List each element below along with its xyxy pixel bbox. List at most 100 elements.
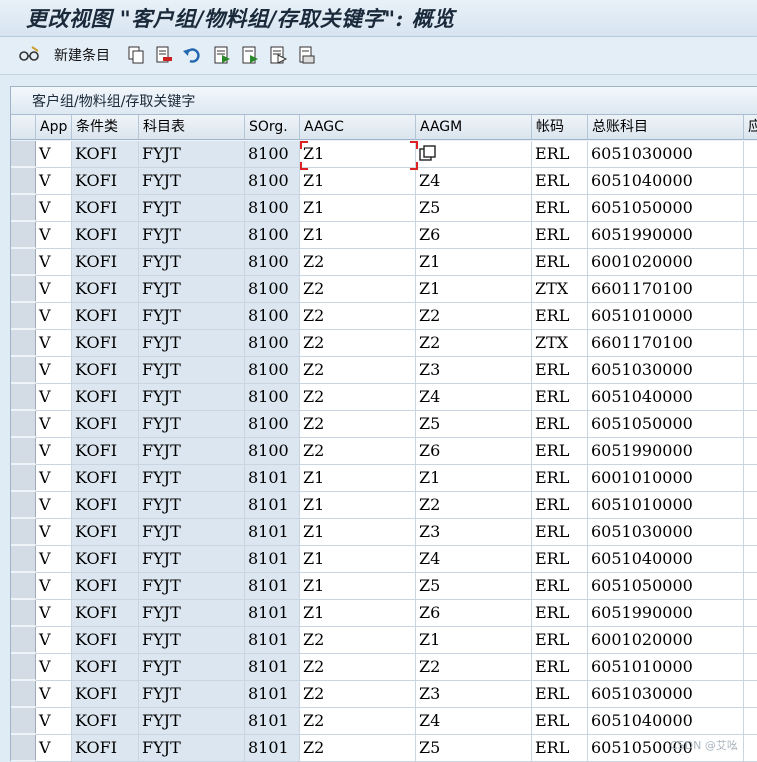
row-selector[interactable] (11, 708, 36, 734)
table-cell[interactable] (744, 573, 757, 600)
table-cell[interactable]: Z1 (416, 465, 532, 492)
table-cell[interactable]: Z1 (416, 627, 532, 654)
row-selector[interactable] (11, 681, 36, 707)
row-selector[interactable] (11, 411, 36, 437)
table-cell[interactable]: Z3 (416, 519, 532, 546)
table-cell[interactable]: Z1 (300, 519, 416, 546)
col-header-gl-account[interactable]: 总账科目 (588, 115, 744, 140)
table-cell[interactable]: Z1 (300, 222, 416, 249)
table-cell[interactable]: Z6 (416, 600, 532, 627)
table-cell[interactable]: 6051030000 (588, 519, 744, 546)
table-cell[interactable]: Z2 (300, 276, 416, 303)
select-block-button[interactable] (240, 43, 260, 67)
row-selector[interactable] (11, 600, 36, 626)
row-selector[interactable] (11, 330, 36, 356)
table-cell[interactable]: Z4 (416, 168, 532, 195)
col-header-aagm[interactable]: AAGM (416, 115, 532, 140)
table-cell[interactable]: 6051040000 (588, 384, 744, 411)
table-cell[interactable] (744, 168, 757, 195)
table-cell[interactable] (744, 681, 757, 708)
table-cell[interactable] (744, 141, 757, 168)
table-cell[interactable] (744, 195, 757, 222)
table-cell[interactable]: 6001020000 (588, 627, 744, 654)
table-cell[interactable]: Z2 (300, 357, 416, 384)
table-cell[interactable]: Z2 (416, 303, 532, 330)
undo-button[interactable] (182, 43, 202, 67)
table-cell[interactable]: ERL (532, 357, 588, 384)
table-cell[interactable]: 6051030000 (588, 357, 744, 384)
table-cell[interactable] (744, 708, 757, 735)
table-cell[interactable]: 6051990000 (588, 438, 744, 465)
table-cell[interactable]: ERL (532, 303, 588, 330)
table-cell[interactable]: ERL (532, 195, 588, 222)
table-cell[interactable]: Z1 (300, 573, 416, 600)
table-cell[interactable]: 6601170100 (588, 276, 744, 303)
select-all-button[interactable] (212, 43, 232, 67)
table-cell[interactable]: ERL (532, 708, 588, 735)
table-cell[interactable] (744, 519, 757, 546)
table-cell[interactable]: Z1 (416, 249, 532, 276)
table-cell[interactable]: Z2 (300, 654, 416, 681)
table-cell[interactable]: ERL (532, 600, 588, 627)
table-cell[interactable]: 6051050000 (588, 411, 744, 438)
row-selector[interactable] (11, 573, 36, 599)
table-cell[interactable] (744, 249, 757, 276)
table-cell[interactable]: Z2 (300, 627, 416, 654)
row-selector[interactable] (11, 735, 36, 761)
table-cell[interactable] (744, 627, 757, 654)
table-cell[interactable]: Z2 (300, 411, 416, 438)
copy-as-button[interactable] (126, 43, 146, 67)
table-cell[interactable] (744, 546, 757, 573)
table-cell[interactable]: ERL (532, 546, 588, 573)
table-cell[interactable]: ERL (532, 519, 588, 546)
value-help-button[interactable] (419, 145, 437, 163)
row-selector[interactable] (11, 168, 36, 194)
table-cell[interactable]: Z2 (300, 438, 416, 465)
table-cell[interactable]: Z1 (300, 141, 416, 168)
table-cell[interactable] (744, 465, 757, 492)
col-header-condition-type[interactable]: 条件类 (72, 115, 139, 140)
table-cell[interactable]: Z4 (416, 384, 532, 411)
table-cell[interactable]: ERL (532, 249, 588, 276)
table-cell[interactable]: 6601170100 (588, 330, 744, 357)
row-selector[interactable] (11, 465, 36, 491)
table-cell[interactable]: ERL (532, 141, 588, 168)
table-cell[interactable]: ZTX (532, 330, 588, 357)
table-cell[interactable]: Z1 (416, 276, 532, 303)
table-cell[interactable]: 6001020000 (588, 249, 744, 276)
col-header-chart-of-accounts[interactable]: 科目表 (139, 115, 245, 140)
table-cell[interactable]: Z2 (300, 708, 416, 735)
table-cell[interactable]: Z2 (416, 492, 532, 519)
delete-button[interactable] (154, 43, 174, 67)
col-header-app[interactable]: App (36, 115, 72, 140)
display-change-button[interactable] (18, 43, 39, 67)
table-cell[interactable]: 6051010000 (588, 654, 744, 681)
table-cell[interactable]: ERL (532, 735, 588, 762)
table-cell[interactable] (744, 735, 757, 762)
table-cell[interactable]: ERL (532, 168, 588, 195)
table-cell[interactable]: 6051040000 (588, 546, 744, 573)
table-cell[interactable]: Z3 (416, 357, 532, 384)
table-cell[interactable]: ERL (532, 654, 588, 681)
table-cell[interactable]: 6051040000 (588, 168, 744, 195)
table-cell[interactable]: Z4 (416, 708, 532, 735)
table-cell[interactable]: Z2 (300, 330, 416, 357)
table-cell[interactable]: Z2 (416, 330, 532, 357)
table-cell[interactable]: 6051030000 (588, 141, 744, 168)
table-cell[interactable]: Z1 (300, 168, 416, 195)
table-cell[interactable]: ERL (532, 573, 588, 600)
table-cell[interactable]: ZTX (532, 276, 588, 303)
table-cell[interactable]: Z1 (300, 600, 416, 627)
table-cell[interactable] (744, 600, 757, 627)
select-all-rows-button[interactable] (11, 115, 36, 140)
table-cell[interactable]: Z2 (300, 681, 416, 708)
row-selector[interactable] (11, 303, 36, 329)
col-header-account-key[interactable]: 帐码 (532, 115, 588, 140)
row-selector[interactable] (11, 141, 36, 167)
table-cell[interactable]: Z2 (300, 384, 416, 411)
table-cell[interactable]: 6051010000 (588, 303, 744, 330)
table-cell[interactable]: Z1 (300, 546, 416, 573)
col-header-more[interactable]: 应 (744, 115, 757, 140)
new-entries-button[interactable]: 新建条目 (50, 43, 110, 67)
table-cell[interactable]: 6051040000 (588, 708, 744, 735)
